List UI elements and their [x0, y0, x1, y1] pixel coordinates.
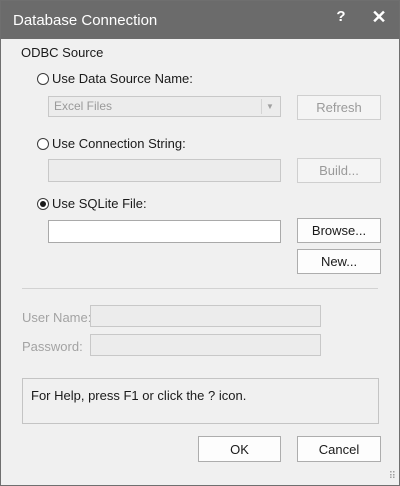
- section-divider: [22, 288, 378, 289]
- odbc-source-heading: ODBC Source: [21, 45, 104, 60]
- close-icon[interactable]: ✕: [359, 3, 399, 33]
- dsn-radio[interactable]: [37, 73, 49, 85]
- window-title: Database Connection: [13, 12, 158, 29]
- new-button[interactable]: New...: [297, 249, 381, 274]
- connection-string-label[interactable]: Use Connection String:: [52, 136, 186, 151]
- cancel-button[interactable]: Cancel: [297, 436, 381, 462]
- title-bar[interactable]: Database Connection ? ✕: [1, 1, 399, 39]
- username-input[interactable]: [90, 305, 321, 327]
- build-button[interactable]: Build...: [297, 158, 381, 183]
- connection-string-input[interactable]: [48, 159, 281, 182]
- sqlite-file-input[interactable]: [48, 220, 281, 243]
- password-input[interactable]: [90, 334, 321, 356]
- ok-button[interactable]: OK: [198, 436, 281, 462]
- help-icon[interactable]: ?: [321, 3, 361, 33]
- refresh-button[interactable]: Refresh: [297, 95, 381, 120]
- dsn-dropdown[interactable]: Excel Files ▼: [48, 96, 281, 117]
- password-label: Password:: [22, 339, 83, 354]
- database-connection-dialog: Database Connection ? ✕ ODBC Source Use …: [0, 0, 400, 486]
- resize-grip-icon[interactable]: ⠿: [389, 471, 396, 482]
- browse-button[interactable]: Browse...: [297, 218, 381, 243]
- dsn-label[interactable]: Use Data Source Name:: [52, 71, 193, 86]
- username-label: User Name:: [22, 310, 92, 325]
- sqlite-file-radio[interactable]: [37, 198, 49, 210]
- chevron-down-icon[interactable]: ▼: [261, 99, 278, 114]
- help-message-box: For Help, press F1 or click the ? icon.: [22, 378, 379, 424]
- sqlite-file-label[interactable]: Use SQLite File:: [52, 196, 147, 211]
- dsn-dropdown-value: Excel Files: [54, 99, 113, 113]
- connection-string-radio[interactable]: [37, 138, 49, 150]
- help-message-text: For Help, press F1 or click the ? icon.: [31, 388, 247, 403]
